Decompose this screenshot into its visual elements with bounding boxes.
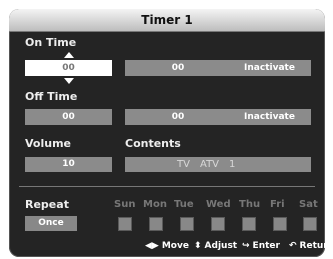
day-checkbox-mon[interactable]: [149, 217, 163, 231]
day-label-sat: Sat: [299, 199, 318, 210]
help-move-label: Move: [161, 241, 189, 251]
off-time-label: Off Time: [25, 90, 78, 103]
day-checkbox-sat[interactable]: [303, 217, 317, 231]
footer-help-bar: ◀▶Move ⬍Adjust ↪Enter ↶Return: [9, 238, 325, 257]
contents-label: Contents: [125, 137, 181, 150]
off-time-hour-field[interactable]: 00: [25, 109, 112, 125]
repeat-field[interactable]: Once: [25, 216, 77, 231]
off-time-minute-field[interactable]: 00: [125, 109, 231, 125]
day-checkbox-tue[interactable]: [180, 217, 194, 231]
contents-source: TV: [177, 159, 190, 170]
day-label-sun: Sun: [114, 199, 136, 210]
help-enter: ↪ Enter: [242, 241, 280, 251]
dialog-title: Timer 1: [9, 9, 325, 32]
divider: [19, 186, 315, 187]
on-time-minute-field[interactable]: 00: [125, 60, 231, 76]
volume-label: Volume: [25, 137, 71, 150]
return-icon: ↶: [289, 241, 297, 251]
help-adjust: ⬍ Adjust: [194, 241, 237, 251]
repeat-label: Repeat: [25, 198, 69, 211]
day-checkbox-sun[interactable]: [118, 217, 132, 231]
day-label-thu: Thu: [239, 199, 261, 210]
off-time-state-field[interactable]: Inactivate: [228, 109, 311, 125]
decrease-arrow-icon[interactable]: [64, 78, 74, 84]
timer-dialog: Timer 1 On Time 00 00 Inactivate Off Tim…: [9, 9, 325, 257]
day-checkbox-wed[interactable]: [211, 217, 225, 231]
help-return: ↶Return: [289, 241, 325, 251]
contents-channel: 1: [229, 159, 236, 170]
help-adjust-label: Adjust: [204, 241, 238, 251]
contents-field[interactable]: TV ATV 1: [125, 157, 311, 172]
day-label-wed: Wed: [206, 199, 231, 210]
enter-icon: ↪: [242, 241, 250, 251]
help-move: ◀▶ Move: [145, 241, 189, 251]
increase-arrow-icon[interactable]: [64, 52, 74, 58]
day-checkbox-thu[interactable]: [242, 217, 256, 231]
on-time-state-field[interactable]: Inactivate: [228, 60, 311, 76]
day-label-fri: Fri: [270, 199, 285, 210]
help-enter-label: Enter: [252, 241, 280, 251]
on-time-label: On Time: [25, 36, 77, 49]
day-label-tue: Tue: [174, 199, 194, 210]
help-return-label: Return: [299, 241, 325, 251]
day-checkbox-fri[interactable]: [273, 217, 287, 231]
left-right-arrows-icon: ◀▶: [145, 241, 159, 251]
on-time-hour-field[interactable]: 00: [25, 60, 112, 76]
volume-field[interactable]: 10: [25, 157, 112, 172]
contents-antenna: ATV: [200, 159, 220, 170]
up-down-arrows-icon: ⬍: [194, 241, 202, 251]
day-label-mon: Mon: [143, 199, 167, 210]
